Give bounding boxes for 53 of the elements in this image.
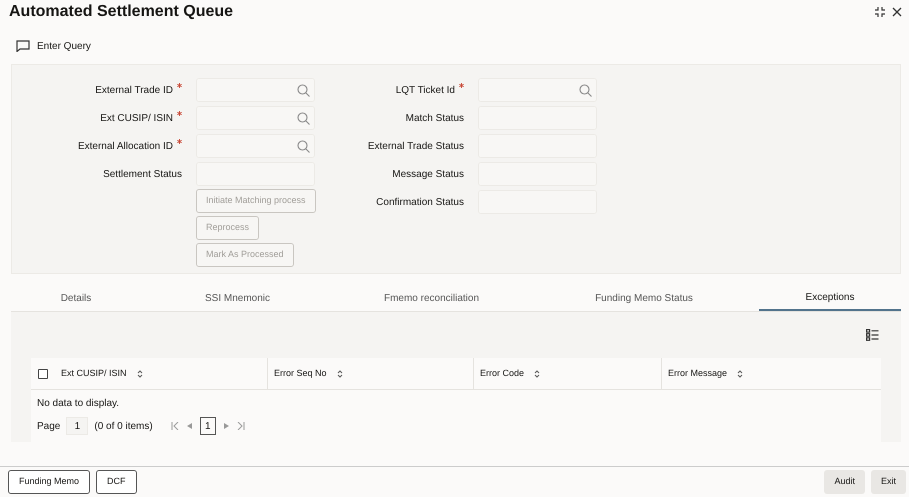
field-label: External Allocation ID: [78, 140, 173, 154]
sort-icon[interactable]: [737, 370, 744, 378]
items-count: (0 of 0 items): [94, 420, 153, 434]
tab[interactable]: Funding Memo Status: [529, 286, 759, 311]
last-page-icon[interactable]: [236, 422, 245, 430]
empty-message: No data to display.: [36, 397, 120, 411]
footer-button[interactable]: DCF: [96, 470, 137, 494]
sort-icon[interactable]: [534, 370, 540, 378]
window-title: Automated Settlement Queue: [9, 2, 234, 22]
required-icon: [177, 82, 182, 88]
field-label: Settlement Status: [103, 168, 182, 182]
input-field[interactable]: [196, 134, 315, 158]
previous-page-icon[interactable]: [186, 423, 192, 429]
required-icon: [459, 82, 464, 88]
column-header[interactable]: Error Seq No: [274, 366, 327, 380]
input-field[interactable]: [196, 78, 315, 102]
field-label: External Trade Status: [368, 140, 464, 154]
current-page-button[interactable]: 1: [200, 417, 216, 435]
collapse-icon[interactable]: [874, 6, 886, 18]
column-header[interactable]: Error Code: [480, 366, 524, 380]
search-icon[interactable]: [297, 140, 310, 152]
column-header[interactable]: Error Message: [668, 366, 728, 380]
search-icon[interactable]: [297, 112, 310, 124]
tab[interactable]: Fmemo reconciliation: [334, 286, 529, 311]
sort-icon[interactable]: [336, 370, 343, 378]
field-label: Confirmation Status: [376, 196, 464, 210]
footer-button[interactable]: Audit: [824, 470, 865, 494]
enter-query-button[interactable]: Enter Query: [16, 38, 91, 54]
search-icon[interactable]: [297, 84, 310, 96]
required-icon: [177, 138, 182, 144]
field-label: Ext CUSIP/ ISIN: [100, 112, 173, 126]
required-icon: [177, 110, 182, 116]
select-all-checkbox[interactable]: [38, 368, 48, 378]
field-label: External Trade ID: [95, 84, 173, 98]
column-header[interactable]: Ext CUSIP/ ISIN: [61, 366, 127, 380]
field-label: Message Status: [392, 168, 464, 182]
comment-icon: [16, 40, 30, 52]
tab[interactable]: SSI Mnemonic: [141, 286, 334, 311]
page-input-field[interactable]: 1: [66, 417, 88, 435]
next-page-icon[interactable]: [224, 423, 229, 429]
footer-button[interactable]: Funding Memo: [8, 470, 90, 494]
footer-button[interactable]: Exit: [870, 470, 906, 494]
input-field[interactable]: [196, 106, 315, 130]
search-icon[interactable]: [579, 84, 592, 96]
sort-icon[interactable]: [136, 370, 143, 378]
field-label: Match Status: [406, 112, 464, 126]
page-label: Page: [37, 420, 60, 434]
field-label: LQT Ticket Id: [396, 84, 455, 98]
first-page-icon[interactable]: [170, 422, 179, 430]
column-list-icon[interactable]: [866, 329, 879, 341]
input-field[interactable]: [478, 78, 597, 102]
close-icon[interactable]: [892, 7, 902, 17]
tab[interactable]: Details: [11, 286, 141, 311]
